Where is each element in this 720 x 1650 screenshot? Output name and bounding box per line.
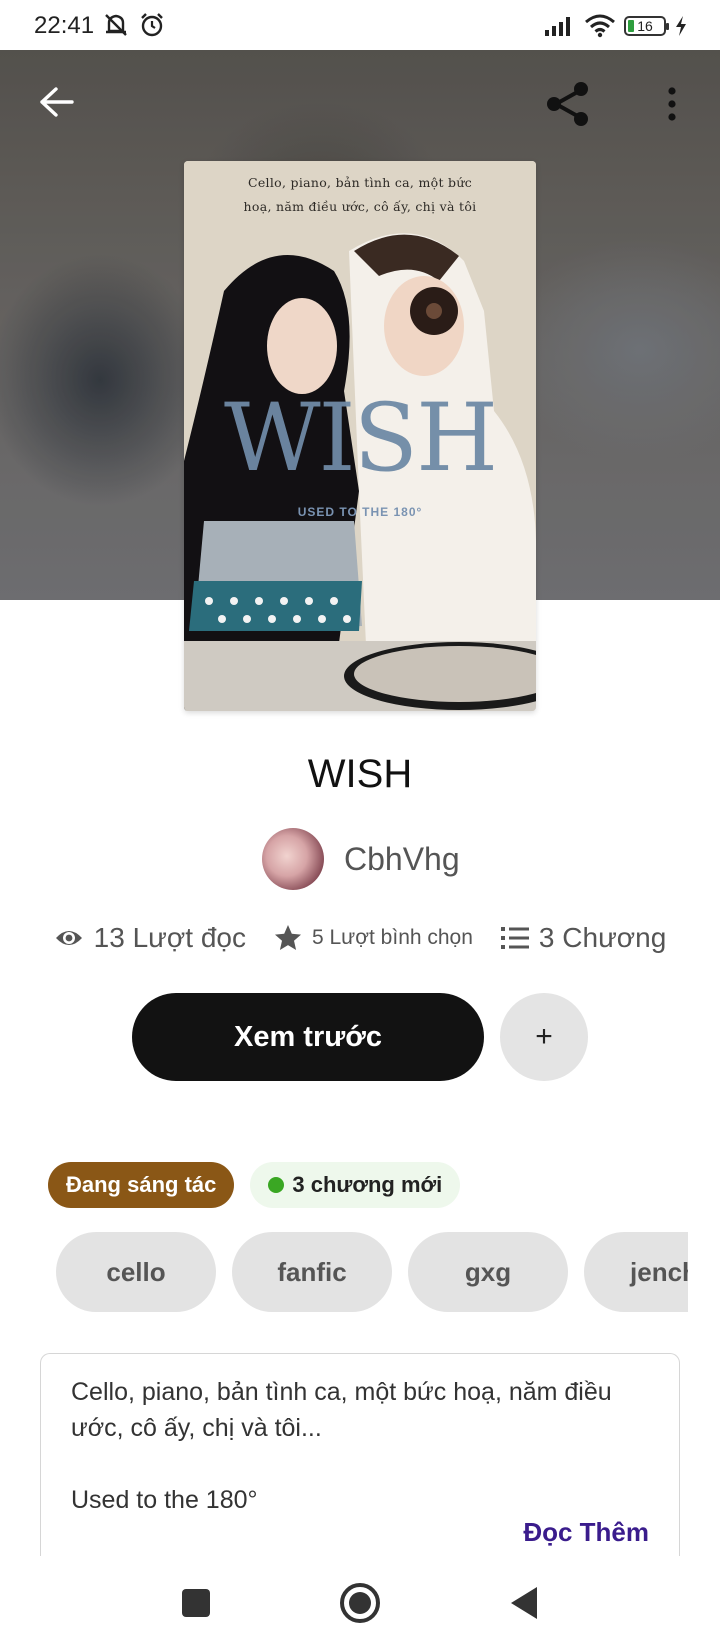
- tag-chip[interactable]: cello: [56, 1232, 216, 1312]
- tags-scroller[interactable]: cello fanfic gxg jench: [56, 1232, 688, 1312]
- author-name[interactable]: CbhVhg: [344, 841, 460, 878]
- reads-stat: 13 Lượt đọc: [54, 922, 246, 954]
- read-more-link[interactable]: Đọc Thêm: [523, 1514, 649, 1550]
- cover-title: WISH: [223, 384, 498, 493]
- recents-button[interactable]: [174, 1581, 218, 1625]
- status-left-icons: [102, 12, 166, 38]
- share-icon: [547, 82, 588, 126]
- avatar[interactable]: [262, 828, 324, 890]
- share-button[interactable]: [540, 76, 596, 132]
- system-nav-bar: [0, 1556, 720, 1650]
- description-line: Cello, piano, bản tình ca, một bức hoạ, …: [71, 1378, 612, 1406]
- cover-caption-line2: hoạ, năm điều ước, cô ấy, chị và tôi: [243, 199, 477, 214]
- status-badge: Đang sáng tác: [48, 1162, 235, 1208]
- book-title: WISH: [307, 752, 413, 796]
- author-link[interactable]: CbhVhg: [262, 828, 460, 890]
- more-vertical-icon: [668, 87, 676, 121]
- mute-icon: [105, 14, 127, 36]
- back-button[interactable]: [30, 76, 82, 128]
- arrow-left-icon: [40, 87, 74, 117]
- home-button[interactable]: [338, 1581, 382, 1625]
- chapters-stat: 3 Chương: [500, 922, 667, 954]
- votes-count: 5 Lượt bình chọn: [311, 926, 473, 949]
- home-icon: [340, 1583, 380, 1623]
- charging-icon: [676, 16, 686, 36]
- wifi-icon: [585, 14, 615, 38]
- battery-icon: 16: [624, 16, 669, 36]
- description-card: Cello, piano, bản tình ca, một bức hoạ, …: [40, 1353, 680, 1563]
- recents-icon: [182, 1589, 210, 1617]
- status-time: 22:41: [34, 12, 95, 39]
- alarm-icon: [141, 13, 163, 37]
- signal-icon: [545, 17, 570, 36]
- status-right-icons: 16: [544, 14, 688, 38]
- new-chapters-label: 3 chương mới: [292, 1172, 443, 1197]
- status-bar: 22:41 16: [0, 0, 720, 50]
- description-line: ước, cô ấy, chị và tôi...: [71, 1414, 322, 1442]
- tag-chip[interactable]: gxg: [408, 1232, 568, 1312]
- book-cover[interactable]: Cello, piano, bản tình ca, một bức hoạ, …: [184, 161, 536, 711]
- chapters-count: 3 Chương: [538, 922, 667, 953]
- tag-chip[interactable]: jench: [584, 1232, 688, 1312]
- back-icon: [511, 1587, 537, 1619]
- cover-caption-line1: Cello, piano, bản tình ca, một bức: [247, 175, 472, 190]
- list-icon: [500, 927, 529, 949]
- badge-row: Đang sáng tác 3 chương mới: [48, 1162, 461, 1208]
- stats-row: 13 Lượt đọc 5 Lượt bình chọn 3 Chương: [0, 922, 720, 954]
- reads-count: 13 Lượt đọc: [93, 922, 246, 953]
- tag-chip[interactable]: fanfic: [232, 1232, 392, 1312]
- eye-icon: [55, 931, 82, 945]
- add-to-library-button[interactable]: +: [500, 993, 588, 1081]
- green-dot-icon: [268, 1177, 285, 1193]
- cover-subtitle: USED TO THE 180°: [297, 505, 423, 519]
- star-icon: [274, 925, 301, 950]
- new-chapters-badge: 3 chương mới: [250, 1162, 461, 1208]
- votes-stat: 5 Lượt bình chọn: [274, 924, 473, 952]
- preview-button[interactable]: Xem trước: [132, 993, 484, 1081]
- battery-level: 16: [637, 18, 653, 34]
- nav-back-button[interactable]: [502, 1581, 546, 1625]
- cover-caption: Cello, piano, bản tình ca, một bức hoạ, …: [204, 171, 516, 219]
- description-line: Used to the 180°: [71, 1486, 258, 1514]
- more-options-button[interactable]: [654, 76, 690, 132]
